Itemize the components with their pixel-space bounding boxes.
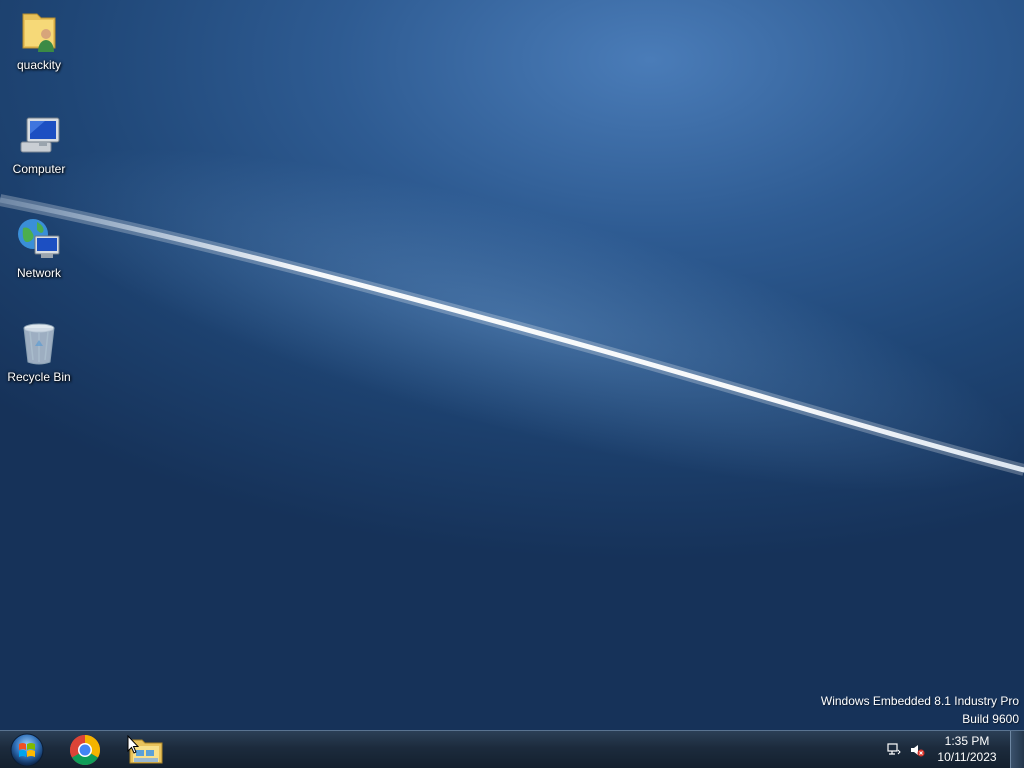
taskbar: 1:35 PM 10/11/2023 [0,730,1024,768]
desktop-icon-network[interactable]: Network [1,216,77,280]
watermark-build: Build 9600 [962,712,1019,726]
mouse-cursor-icon [127,735,139,754]
desktop-icon-user-folder[interactable]: quackity [1,8,77,72]
windows-start-orb-icon [10,733,44,767]
computer-icon [20,117,60,153]
chrome-icon [69,735,101,766]
user-folder-icon [22,13,56,52]
desktop-icon-computer[interactable]: Computer [1,112,77,176]
volume-muted-icon[interactable] [909,742,925,758]
network-tray-icon[interactable] [886,742,902,758]
network-icon [18,219,60,258]
desktop-icon-label: Computer [12,162,66,176]
windows-version-watermark: Windows Embedded 8.1 Industry Pro Build … [821,692,1019,728]
show-desktop-button[interactable] [1010,731,1024,768]
desktop-icon-label: Recycle Bin [7,370,71,384]
system-clock[interactable]: 1:35 PM 10/11/2023 [932,733,1002,765]
desktop-icon-label: quackity [16,58,62,72]
wallpaper-light-streak [0,148,1024,492]
recycle-bin-icon [23,323,55,365]
start-button[interactable] [8,732,46,768]
clock-date: 10/11/2023 [937,750,997,764]
taskbar-chrome-button[interactable] [63,732,107,768]
clock-time: 1:35 PM [944,734,990,748]
desktop[interactable]: quackity Computer Network Recycle Bin Wi… [0,0,1024,730]
desktop-icon-recycle-bin[interactable]: Recycle Bin [1,320,77,384]
desktop-icon-label: Network [16,266,61,280]
notification-area: 1:35 PM 10/11/2023 [884,731,1024,769]
watermark-edition: Windows Embedded 8.1 Industry Pro [820,694,1019,708]
